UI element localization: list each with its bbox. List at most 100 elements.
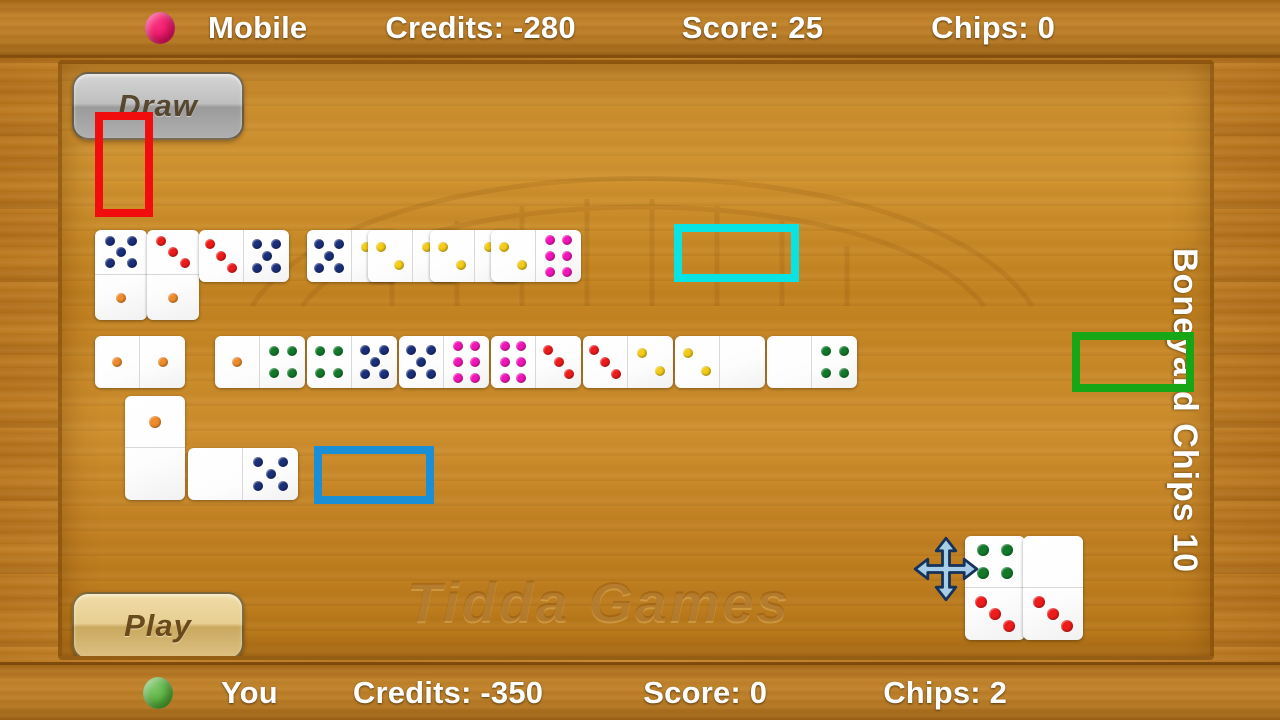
- bottom-status-bar: You Credits: -350 Score: 0 Chips: 2: [0, 662, 1280, 720]
- pip: [149, 415, 161, 428]
- pip: [369, 357, 380, 367]
- pip: [455, 260, 466, 271]
- pip: [180, 257, 191, 268]
- opponent-name: Mobile: [208, 9, 308, 45]
- pip: [286, 345, 297, 356]
- pip: [376, 241, 387, 252]
- pip: [542, 344, 553, 355]
- board-domino-6-3: [491, 336, 581, 388]
- pip: [157, 357, 168, 367]
- domino-half-6: [536, 230, 581, 282]
- pip: [438, 241, 449, 252]
- pip: [314, 238, 325, 249]
- pip: [600, 357, 610, 367]
- pip: [989, 608, 1001, 620]
- pip: [406, 344, 417, 355]
- pip: [516, 260, 527, 271]
- pip: [636, 347, 647, 358]
- pip: [333, 238, 344, 249]
- pip: [251, 263, 262, 274]
- board-domino-0-4: [767, 336, 857, 388]
- game-table[interactable]: Tidda Games Draw Play Boneyard Chips 10: [58, 60, 1214, 660]
- pip: [1001, 566, 1013, 579]
- pip: [268, 368, 279, 379]
- pip: [561, 251, 572, 261]
- pip: [820, 368, 831, 379]
- pip: [393, 260, 404, 271]
- play-button[interactable]: Play: [72, 592, 244, 656]
- domino-half-1: [125, 396, 185, 448]
- board-domino-3-2: [583, 336, 673, 388]
- opponent-chips: Chips: 0: [931, 9, 1056, 45]
- pip: [333, 263, 344, 274]
- pip: [515, 341, 526, 352]
- pip: [545, 251, 556, 261]
- pip: [416, 357, 426, 367]
- pip: [379, 369, 390, 380]
- pip: [253, 481, 264, 492]
- pip: [453, 357, 464, 367]
- pip: [127, 236, 138, 247]
- domino-half-3: [536, 336, 581, 388]
- table-engraving-watermark: [249, 176, 1035, 308]
- dropzone-draw-slot[interactable]: [95, 112, 153, 217]
- domino-half-5: [399, 336, 444, 388]
- domino-half-6: [444, 336, 489, 388]
- domino-half-1: [95, 275, 147, 320]
- board-domino-0-5: [188, 448, 298, 500]
- pip: [168, 292, 178, 303]
- player-chips: Chips: 2: [883, 674, 1008, 710]
- top-status-bar: Mobile Credits: -280 Score: 25 Chips: 0: [0, 0, 1280, 58]
- dropzone-top-right[interactable]: [674, 224, 799, 282]
- pip: [469, 341, 480, 352]
- domino-half-1: [147, 275, 199, 320]
- pip: [277, 456, 288, 467]
- hand-domino-0-3[interactable]: [1023, 536, 1083, 640]
- pip: [268, 345, 279, 356]
- pip: [315, 345, 326, 356]
- pip: [1047, 608, 1059, 620]
- domino-half-2: [430, 230, 475, 282]
- pip: [127, 257, 138, 268]
- pip: [116, 247, 126, 257]
- pip: [838, 368, 849, 379]
- domino-half-3: [199, 230, 244, 282]
- domino-half-6: [491, 336, 536, 388]
- pip: [359, 369, 370, 380]
- board-domino-1-4: [215, 336, 305, 388]
- pip: [205, 238, 216, 249]
- domino-half-3: [1023, 588, 1083, 640]
- pip: [332, 368, 343, 379]
- pip: [1001, 544, 1013, 557]
- pip: [332, 345, 343, 356]
- dropzone-middle-right[interactable]: [1072, 332, 1194, 392]
- move-cursor-icon: [913, 536, 979, 602]
- pip: [216, 251, 226, 261]
- domino-half-4: [307, 336, 352, 388]
- board-domino-3-5: [199, 230, 289, 282]
- pip: [253, 456, 264, 467]
- pip: [545, 235, 556, 246]
- pip: [515, 372, 526, 383]
- pip: [500, 357, 511, 367]
- pip: [155, 236, 166, 247]
- pip: [1032, 595, 1045, 608]
- pip: [359, 344, 370, 355]
- pip: [406, 369, 417, 380]
- pip: [379, 344, 390, 355]
- pip: [271, 238, 282, 249]
- pip: [1061, 620, 1074, 633]
- turn-indicator-dot-player: [143, 676, 173, 709]
- board-domino-1-1: [95, 336, 185, 388]
- domino-half-2: [368, 230, 413, 282]
- pip: [271, 263, 282, 274]
- board-domino-3-1: [147, 230, 199, 320]
- pip: [453, 372, 464, 383]
- player-name: You: [221, 674, 278, 710]
- board-domino-2-6: [491, 230, 581, 282]
- board-domino-4-5: [307, 336, 397, 388]
- domino-half-2: [675, 336, 720, 388]
- opponent-score: Score: 25: [681, 9, 824, 45]
- dropzone-bottom[interactable]: [314, 446, 434, 504]
- domino-half-5: [95, 230, 147, 275]
